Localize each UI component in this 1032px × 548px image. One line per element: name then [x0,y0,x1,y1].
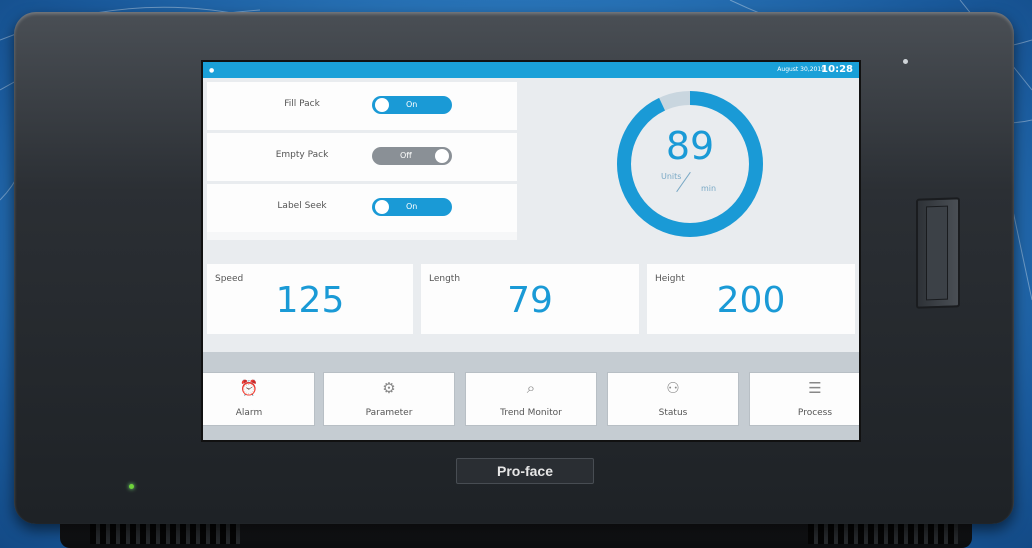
gears-icon: ⚙ [382,379,396,397]
switch-knob [375,98,389,112]
gauge-unit-bottom: min [701,184,717,193]
gauge-value: 89 [665,124,715,168]
usb-slot [916,197,960,309]
process-button[interactable]: ☰ Process [749,372,859,426]
status-date: August 30,2019 [777,66,825,73]
toggle-panel: Fill Pack On Empty Pack Off Label Seek O… [207,82,517,240]
status-time: 10:28 [821,64,853,75]
speed-card: Speed 125 [207,264,413,334]
process-label: Process [797,408,833,418]
brand-logo: Pro-face [456,458,594,484]
binoculars-icon: ⚇ [666,379,680,397]
camera-sensor [903,59,908,64]
power-led [129,484,134,489]
status-button[interactable]: ⚇ Status [607,372,739,426]
flowchart-icon: ☰ [808,379,822,397]
speed-value: 125 [275,280,345,321]
height-value: 200 [716,280,786,321]
toggle-row-fill-pack: Fill Pack On [207,82,517,133]
empty-pack-switch[interactable]: Off [372,147,452,165]
gauge-unit-top: Units [661,172,682,181]
toggle-label: Empty Pack [275,150,329,160]
toggle-row-empty-pack: Empty Pack Off [207,133,517,184]
switch-knob [435,149,449,163]
toggle-row-label-seek: Label Seek On [207,184,517,232]
height-card: Height 200 [647,264,855,334]
label-seek-switch[interactable]: On [372,198,452,216]
switch-state: On [406,202,418,211]
trend-monitor-button[interactable]: ⌕ Trend Monitor [465,372,597,426]
alarm-button[interactable]: ⏰ Alarm [203,372,315,426]
toggle-label: Fill Pack [284,99,320,109]
hmi-screen: ● August 30,2019 10:28 Fill Pack On Empt… [203,62,859,440]
parameter-button[interactable]: ⚙ Parameter [323,372,455,426]
trend-monitor-label: Trend Monitor [500,408,562,418]
parameter-label: Parameter [365,408,413,418]
switch-knob [375,200,389,214]
status-bar: ● August 30,2019 10:28 [203,62,859,78]
status-label: Status [658,408,688,418]
switch-state: Off [400,151,412,160]
switch-state: On [406,100,418,109]
status-indicator: ● [209,67,215,74]
magnifier-icon: ⌕ [526,379,536,397]
length-card: Length 79 [421,264,639,334]
fill-pack-switch[interactable]: On [372,96,452,114]
alarm-clock-icon: ⏰ [239,379,259,397]
length-value: 79 [507,280,553,321]
alarm-label: Alarm [235,408,263,418]
toggle-label: Label Seek [277,201,327,211]
rate-gauge-panel: 89 Units min [525,82,855,240]
